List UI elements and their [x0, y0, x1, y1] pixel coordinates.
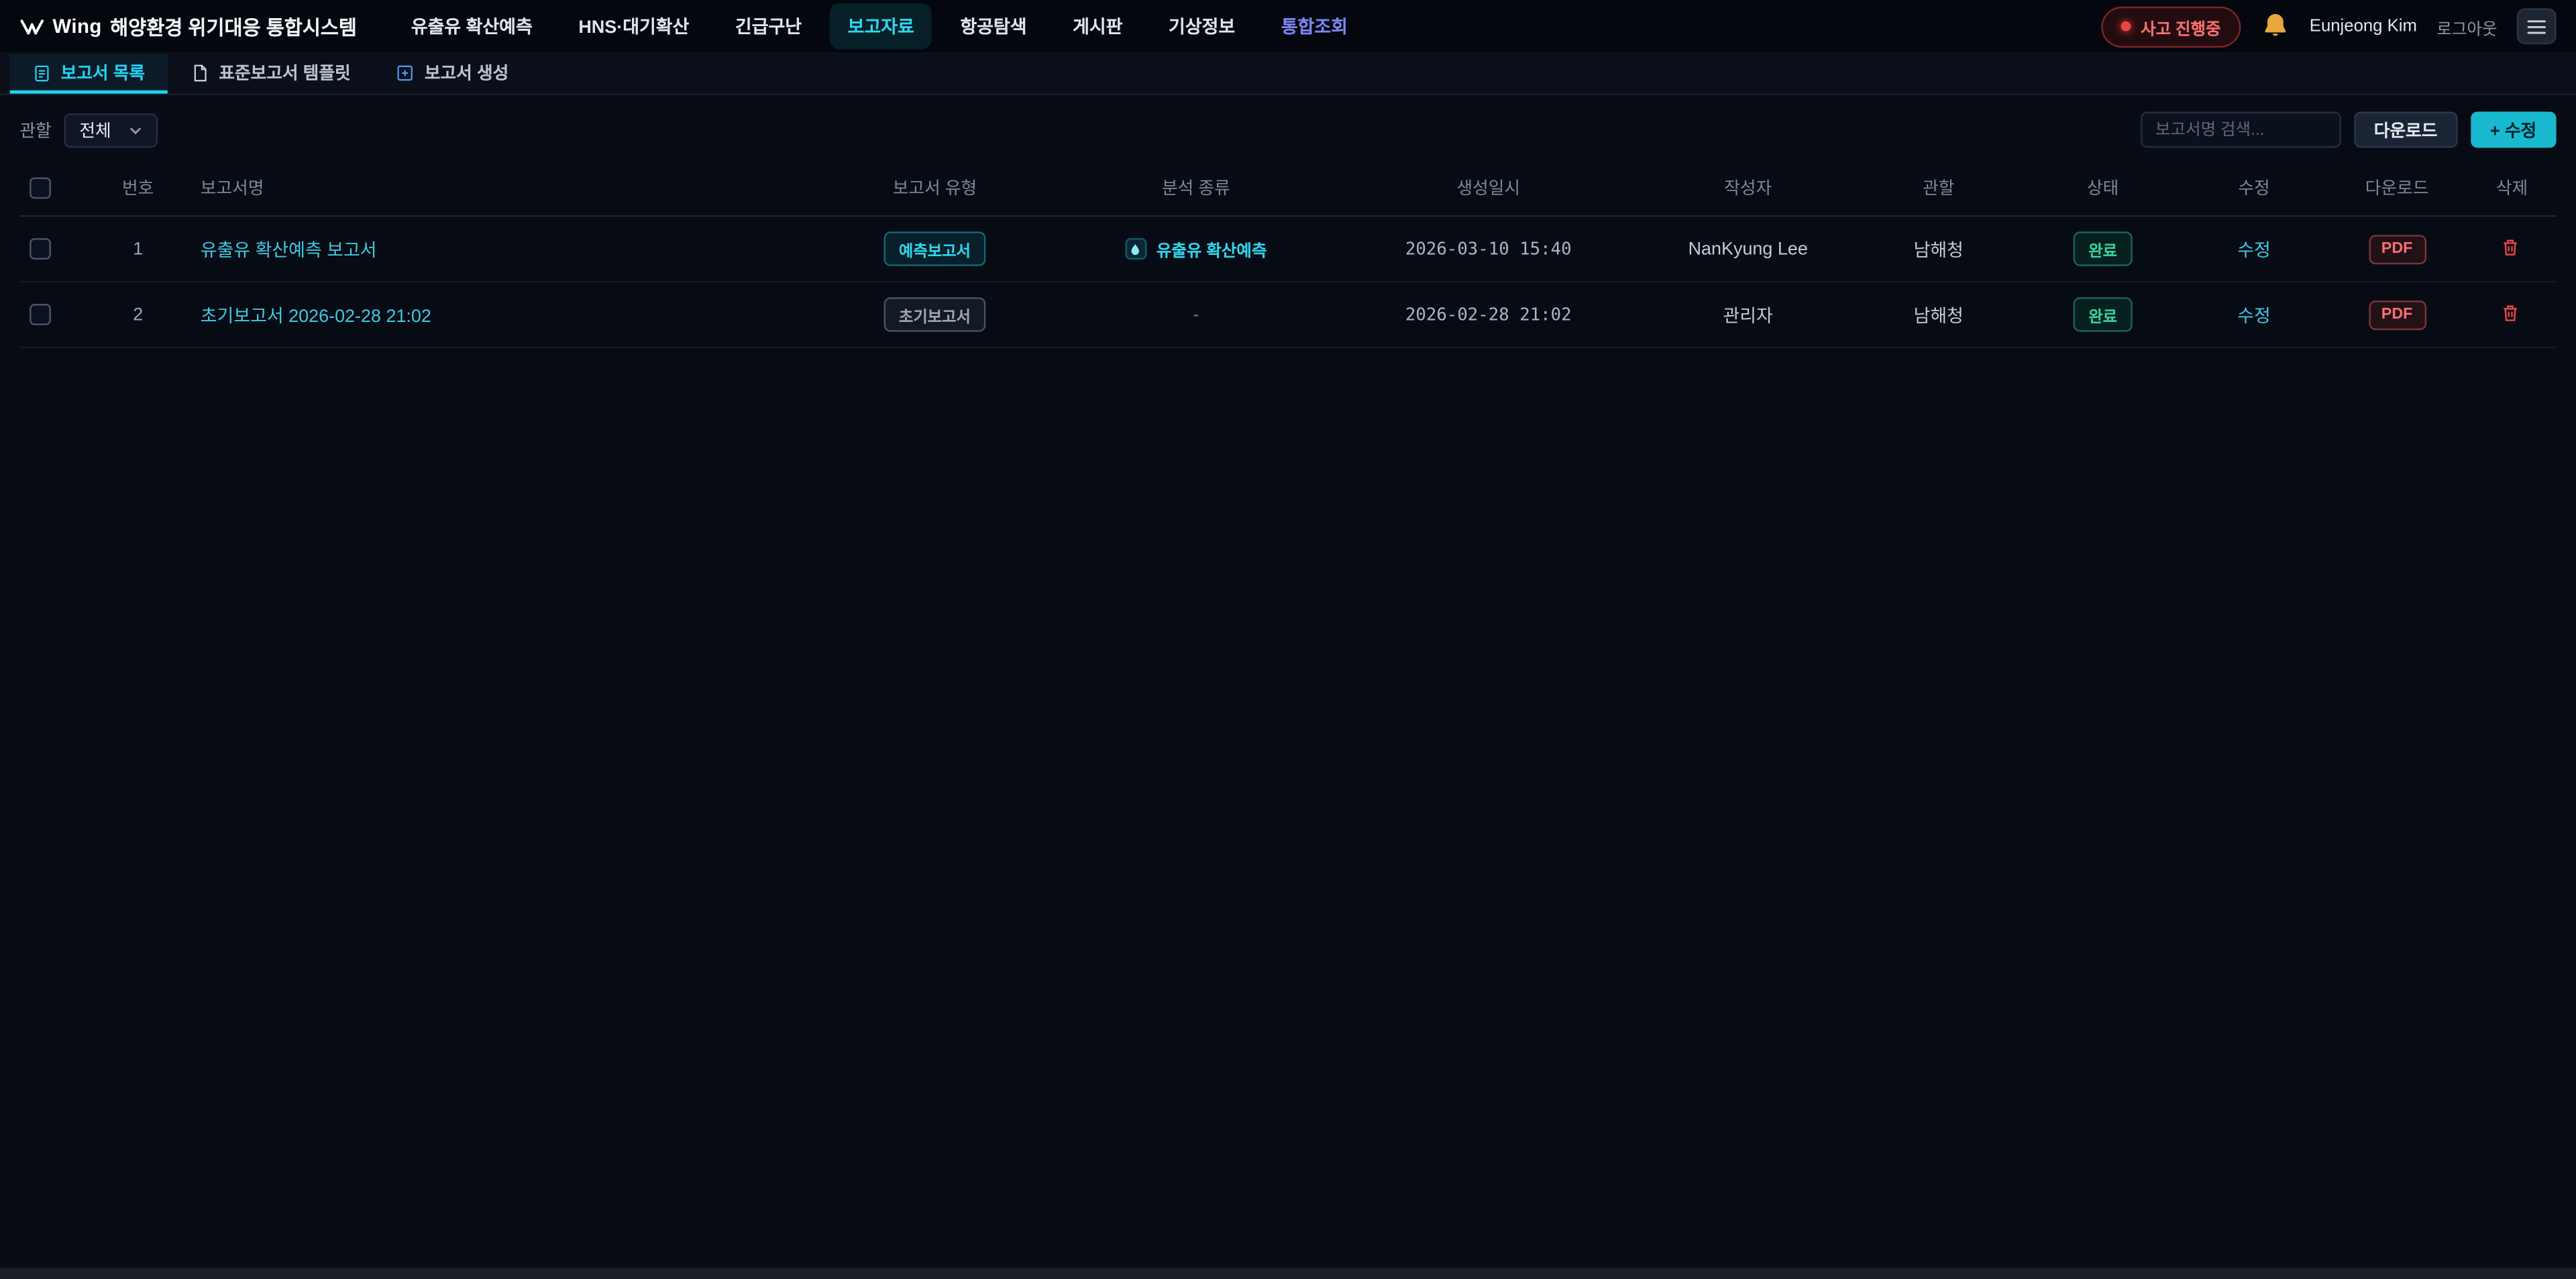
- hamburger-icon: [2527, 19, 2546, 34]
- table-row: 1 유출유 확산예측 보고서 예측보고서 유출유 확산예측 2026-03-10…: [19, 216, 2556, 282]
- row-checkbox[interactable]: [30, 238, 51, 260]
- document-create-icon: [396, 63, 415, 81]
- author: 관리자: [1643, 282, 1853, 347]
- row-number: 1: [85, 216, 191, 282]
- nav-item-board[interactable]: 게시판: [1055, 3, 1140, 50]
- analysis-type-label: 유출유 확산예측: [1157, 237, 1267, 262]
- tab-standard-template-label: 표준보고서 템플릿: [219, 60, 350, 85]
- bottom-strip: [0, 1268, 2576, 1279]
- created-at: 2026-02-28 21:02: [1405, 304, 1572, 324]
- status-badge: 완료: [2074, 297, 2132, 331]
- content-area: 관할 전체 다운로드 + 수정: [0, 112, 2576, 349]
- nav-item-aerial-search[interactable]: 항공탐색: [942, 3, 1044, 50]
- report-name-link[interactable]: 유출유 확산예측 보고서: [201, 241, 377, 260]
- tab-report-create-label: 보고서 생성: [425, 60, 508, 85]
- filter-right: 다운로드 + 수정: [2141, 112, 2557, 148]
- created-at: 2026-03-10 15:40: [1405, 239, 1572, 258]
- tab-standard-template[interactable]: 표준보고서 템플릿: [168, 54, 374, 94]
- table-body: 1 유출유 확산예측 보고서 예측보고서 유출유 확산예측 2026-03-10…: [19, 216, 2556, 347]
- document-icon: [191, 63, 209, 81]
- edit-link[interactable]: 수정: [2237, 241, 2271, 260]
- droplet-icon: [1125, 238, 1146, 260]
- header-report-type: 보고서 유형: [812, 161, 1058, 216]
- navbar-right: 사고 진행중 Eunjeong Kim 로그아웃: [2101, 6, 2556, 47]
- header-report-name: 보고서명: [191, 161, 812, 216]
- download-button[interactable]: 다운로드: [2354, 112, 2457, 148]
- header-created-at: 생성일시: [1334, 161, 1643, 216]
- status-badge: 완료: [2074, 231, 2132, 266]
- clipboard-list-icon: [33, 63, 51, 81]
- row-checkbox[interactable]: [30, 304, 51, 325]
- tab-bar: 보고서 목록 표준보고서 템플릿 보고서 생성: [0, 54, 2576, 95]
- jurisdiction: 남해청: [1853, 216, 2024, 282]
- jurisdiction-label: 관할: [19, 117, 51, 142]
- header-edit: 수정: [2182, 161, 2326, 216]
- header-no: 번호: [85, 161, 191, 216]
- logo-text: Wing: [52, 15, 102, 38]
- search-input[interactable]: [2141, 112, 2341, 148]
- tab-report-list-label: 보고서 목록: [61, 60, 145, 85]
- report-type-badge: 예측보고서: [884, 231, 985, 266]
- filter-left: 관할 전체: [19, 113, 157, 147]
- report-name-link[interactable]: 초기보고서 2026-02-28 21:02: [201, 307, 431, 326]
- pdf-download-badge[interactable]: PDF: [2368, 234, 2426, 264]
- analysis-type-label: -: [1193, 304, 1199, 324]
- incident-status-badge: 사고 진행중: [2101, 6, 2241, 47]
- header-analysis-type: 분석 종류: [1058, 161, 1334, 216]
- incident-dot-icon: [2121, 21, 2131, 32]
- jurisdiction: 남해청: [1853, 282, 2024, 347]
- nav-item-oil-spill[interactable]: 유출유 확산예측: [393, 3, 551, 50]
- nav-item-rescue[interactable]: 긴급구난: [717, 3, 820, 50]
- edit-link[interactable]: 수정: [2237, 307, 2271, 326]
- app-root: Wing 해양환경 위기대응 통합시스템 유출유 확산예측 HNS·대기확산 긴…: [0, 0, 2576, 1279]
- header-status: 상태: [2024, 161, 2182, 216]
- jurisdiction-selected-value: 전체: [79, 117, 111, 142]
- header-download: 다운로드: [2326, 161, 2468, 216]
- notification-bell-icon[interactable]: [2260, 11, 2290, 41]
- tab-report-create[interactable]: 보고서 생성: [374, 54, 532, 94]
- analysis-type-cell: 유출유 확산예측: [1125, 237, 1267, 262]
- user-name: Eunjeong Kim: [2310, 16, 2417, 36]
- pdf-download-badge[interactable]: PDF: [2368, 300, 2426, 329]
- app-title: 해양환경 위기대응 통합시스템: [110, 12, 357, 40]
- jurisdiction-select[interactable]: 전체: [64, 113, 157, 147]
- table-header-row: 번호 보고서명 보고서 유형 분석 종류 생성일시 작성자 관할 상태 수정 다…: [19, 161, 2556, 216]
- header-delete: 삭제: [2467, 161, 2556, 216]
- hamburger-menu-button[interactable]: [2517, 8, 2557, 44]
- trash-icon: [2500, 235, 2520, 257]
- table-header: 번호 보고서명 보고서 유형 분석 종류 생성일시 작성자 관할 상태 수정 다…: [19, 161, 2556, 216]
- filter-row: 관할 전체 다운로드 + 수정: [19, 112, 2556, 148]
- app-logo: Wing 해양환경 위기대응 통합시스템: [19, 12, 357, 40]
- main-nav: 유출유 확산예측 HNS·대기확산 긴급구난 보고자료 항공탐색 게시판 기상정…: [393, 3, 1366, 50]
- delete-button[interactable]: [2500, 301, 2523, 324]
- table-row: 2 초기보고서 2026-02-28 21:02 초기보고서 - 2026-02…: [19, 282, 2556, 347]
- top-navbar: Wing 해양환경 위기대응 통합시스템 유출유 확산예측 HNS·대기확산 긴…: [0, 0, 2576, 54]
- incident-label: 사고 진행중: [2141, 14, 2220, 39]
- trash-icon: [2500, 301, 2520, 323]
- row-number: 2: [85, 282, 191, 347]
- wing-logo-icon: [19, 14, 44, 39]
- select-all-checkbox[interactable]: [30, 177, 51, 199]
- delete-button[interactable]: [2500, 235, 2523, 258]
- nav-item-weather[interactable]: 기상정보: [1150, 3, 1253, 50]
- logout-button[interactable]: 로그아웃: [2436, 14, 2497, 39]
- author: NanKyung Lee: [1643, 216, 1853, 282]
- report-table: 번호 보고서명 보고서 유형 분석 종류 생성일시 작성자 관할 상태 수정 다…: [19, 161, 2556, 348]
- header-jurisdiction: 관할: [1853, 161, 2024, 216]
- report-type-badge: 초기보고서: [884, 297, 985, 331]
- tab-report-list[interactable]: 보고서 목록: [10, 54, 168, 94]
- nav-item-reports[interactable]: 보고자료: [830, 3, 932, 50]
- nav-item-hns[interactable]: HNS·대기확산: [560, 3, 707, 50]
- header-author: 작성자: [1643, 161, 1853, 216]
- nav-item-integrated-search[interactable]: 통합조회: [1263, 3, 1366, 50]
- chevron-down-icon: [127, 122, 142, 137]
- create-button[interactable]: + 수정: [2470, 112, 2556, 148]
